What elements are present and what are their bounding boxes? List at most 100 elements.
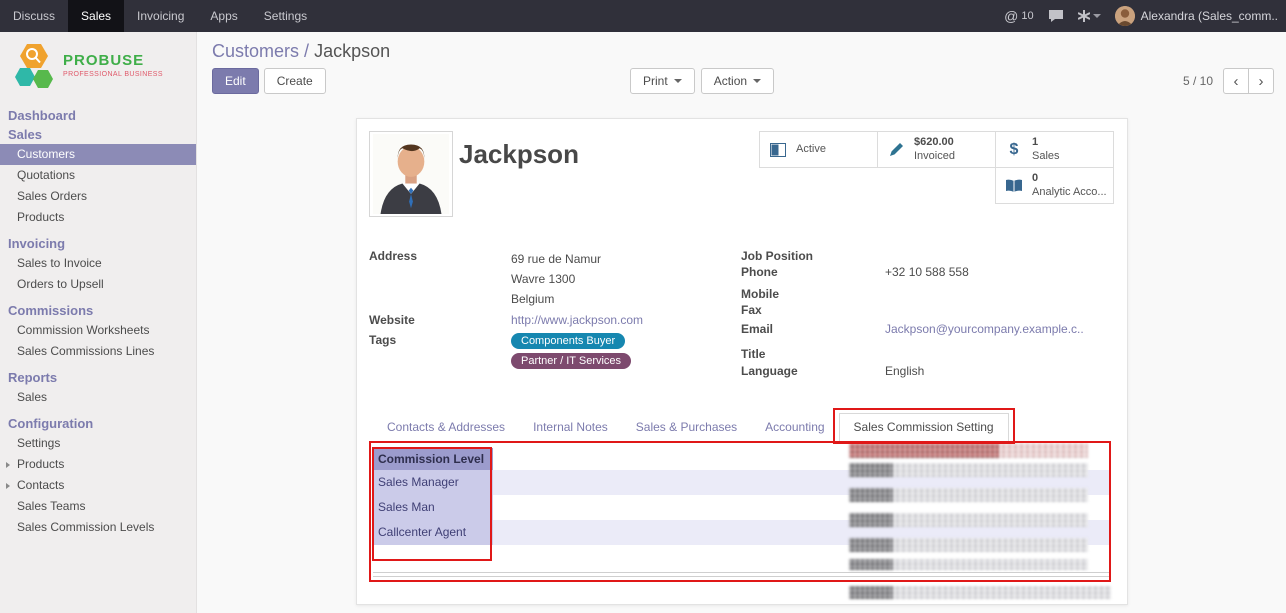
- app-logo: PROBUSE PROFESSIONAL BUSINESS: [0, 32, 196, 100]
- sidebar-item-commission-worksheets[interactable]: Commission Worksheets: [0, 320, 196, 341]
- sidebar-item-sales-report[interactable]: Sales: [0, 387, 196, 408]
- fax-field: Fax: [741, 303, 1117, 317]
- user-avatar: [1115, 6, 1135, 26]
- tab-contacts-addresses[interactable]: Contacts & Addresses: [373, 413, 519, 442]
- pager-previous-button[interactable]: ‹: [1223, 68, 1249, 94]
- fields-left-column: Address 69 rue de Namur Wavre 1300 Belgi…: [369, 249, 741, 382]
- email-link[interactable]: Jackpson@yourcompany.example.c..: [885, 322, 1084, 336]
- sidebar-heading-commissions[interactable]: Commissions: [0, 301, 196, 320]
- pager-next-button[interactable]: ›: [1248, 68, 1274, 94]
- stat-value: $620.00: [914, 136, 955, 149]
- analytic-accounts-stat-button[interactable]: 0 Analytic Acco...: [995, 167, 1114, 204]
- sidebar-item-config-contacts[interactable]: Contacts: [0, 475, 196, 496]
- stat-label: Invoiced: [914, 150, 955, 163]
- sidebar-item-sales-commissions-lines[interactable]: Sales Commissions Lines: [0, 341, 196, 362]
- redacted-value: [849, 586, 1111, 599]
- pager-counter: 5 / 10: [1183, 74, 1213, 88]
- job-position-field: Job Position: [741, 249, 1117, 263]
- address-value: 69 rue de Namur Wavre 1300 Belgium: [511, 249, 601, 309]
- customer-name: Jackpson: [459, 139, 579, 170]
- phone-label: Phone: [741, 265, 885, 279]
- book-icon: [1003, 179, 1025, 193]
- redacted-value: [849, 488, 1088, 502]
- sidebar-heading-dashboard[interactable]: Dashboard: [0, 106, 196, 125]
- sidebar-item-products[interactable]: Products: [0, 207, 196, 228]
- redacted-value: [849, 463, 1088, 477]
- topbar-menu-apps[interactable]: Apps: [197, 0, 250, 32]
- commission-level-cell: Sales Man: [373, 495, 493, 520]
- stat-label: Sales: [1032, 150, 1060, 163]
- chevron-right-icon: [6, 462, 10, 468]
- action-buttons: Print Action: [630, 68, 774, 94]
- email-label: Email: [741, 322, 885, 336]
- redacted-value: [849, 559, 1088, 570]
- sidebar-heading-reports[interactable]: Reports: [0, 368, 196, 387]
- table-divider: [373, 572, 1111, 573]
- email-field: Email Jackpson@yourcompany.example.c..: [741, 322, 1117, 336]
- stat-buttons: Active $620.00 Invoiced $ 1: [760, 132, 1114, 204]
- sidebar-item-sales-commission-levels[interactable]: Sales Commission Levels: [0, 517, 196, 538]
- mention-count-badge: 10: [1021, 10, 1033, 22]
- logo-text: PROBUSE PROFESSIONAL BUSINESS: [63, 52, 163, 78]
- mentions-indicator[interactable]: @ 10: [1004, 8, 1033, 24]
- logo-subtitle: PROFESSIONAL BUSINESS: [63, 71, 163, 78]
- topbar-menu-invoicing[interactable]: Invoicing: [124, 0, 197, 32]
- sidebar-item-sales-to-invoice[interactable]: Sales to Invoice: [0, 253, 196, 274]
- user-menu[interactable]: Alexandra (Sales_comm..: [1115, 6, 1278, 26]
- sidebar-heading-sales[interactable]: Sales: [0, 125, 196, 144]
- tags-value: Components Buyer Partner / IT Services: [511, 333, 631, 369]
- tab-accounting[interactable]: Accounting: [751, 413, 838, 442]
- chat-icon[interactable]: [1048, 9, 1064, 23]
- sidebar-item-sales-orders[interactable]: Sales Orders: [0, 186, 196, 207]
- website-label: Website: [369, 313, 511, 327]
- notebook-tabs: Contacts & Addresses Internal Notes Sale…: [373, 413, 1111, 443]
- main-area: Customers / Jackpson Edit Create Print A…: [197, 32, 1286, 613]
- chevron-right-icon: [6, 483, 10, 489]
- topbar-menu-settings[interactable]: Settings: [251, 0, 320, 32]
- tab-sales-purchases[interactable]: Sales & Purchases: [622, 413, 751, 442]
- invoiced-stat-button[interactable]: $620.00 Invoiced: [877, 131, 996, 168]
- sidebar-item-customers[interactable]: Customers: [0, 144, 196, 165]
- language-label: Language: [741, 364, 885, 378]
- sidebar-item-sales-teams[interactable]: Sales Teams: [0, 496, 196, 517]
- redacted-value: [849, 443, 1088, 458]
- dollar-icon: $: [1003, 141, 1025, 159]
- commission-level-cell: Callcenter Agent: [373, 520, 493, 545]
- address-line3: Belgium: [511, 289, 601, 309]
- topbar-menu-discuss[interactable]: Discuss: [0, 0, 68, 32]
- topbar-menu-sales[interactable]: Sales: [68, 0, 124, 32]
- debug-icon: [1078, 10, 1090, 22]
- form-fields: Address 69 rue de Namur Wavre 1300 Belgi…: [369, 249, 1117, 382]
- stat-value: 1: [1032, 136, 1060, 149]
- column-header-commission-level[interactable]: Commission Level: [373, 448, 493, 470]
- sidebar-item-orders-to-upsell[interactable]: Orders to Upsell: [0, 274, 196, 295]
- action-button[interactable]: Action: [701, 68, 774, 94]
- sidebar-item-config-products[interactable]: Products: [0, 454, 196, 475]
- redacted-value: [849, 538, 1088, 552]
- active-stat-button[interactable]: Active: [759, 131, 878, 168]
- sales-stat-button[interactable]: $ 1 Sales: [995, 131, 1114, 168]
- sidebar-item-settings[interactable]: Settings: [0, 433, 196, 454]
- sidebar-heading-configuration[interactable]: Configuration: [0, 414, 196, 433]
- tab-internal-notes[interactable]: Internal Notes: [519, 413, 622, 442]
- tags-field: Tags Components Buyer Partner / IT Servi…: [369, 333, 741, 369]
- website-link[interactable]: http://www.jackpson.com: [511, 313, 643, 327]
- sidebar-item-quotations[interactable]: Quotations: [0, 165, 196, 186]
- pager-nav: ‹ ›: [1223, 68, 1274, 94]
- logo-title: PROBUSE: [63, 52, 163, 69]
- address-line2: Wavre 1300: [511, 269, 601, 289]
- action-label: Action: [714, 74, 747, 88]
- breadcrumb-customers-link[interactable]: Customers: [212, 41, 299, 61]
- debug-menu[interactable]: [1078, 10, 1101, 22]
- mobile-field: Mobile: [741, 287, 1117, 301]
- sidebar-heading-invoicing[interactable]: Invoicing: [0, 234, 196, 253]
- tab-sales-commission-setting[interactable]: Sales Commission Setting: [839, 413, 1009, 443]
- edit-button[interactable]: Edit: [212, 68, 259, 94]
- print-label: Print: [643, 74, 668, 88]
- phone-value: +32 10 588 558: [885, 265, 969, 279]
- create-button[interactable]: Create: [264, 68, 326, 94]
- print-button[interactable]: Print: [630, 68, 695, 94]
- probuse-logo-icon: [12, 42, 56, 88]
- at-icon: @: [1004, 8, 1018, 24]
- stat-value: 0: [1032, 172, 1106, 185]
